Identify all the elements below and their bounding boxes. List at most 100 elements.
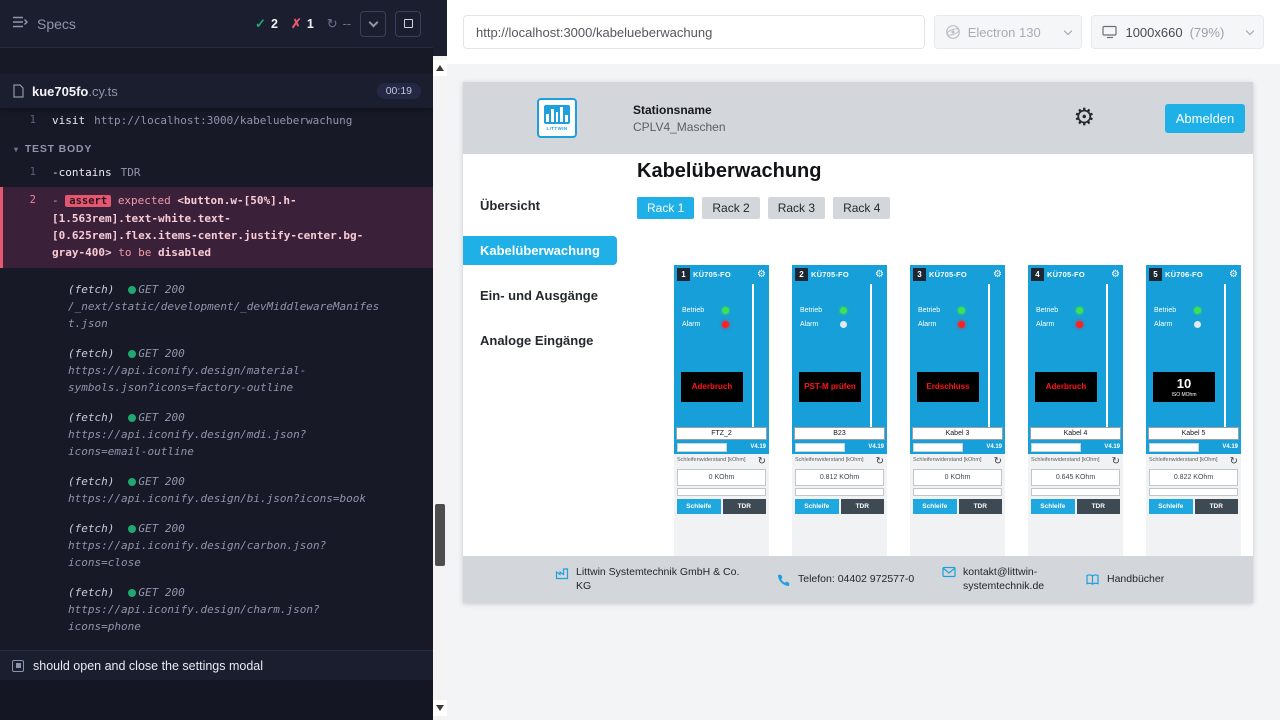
tdr-button[interactable]: TDR (959, 499, 1003, 514)
resistance-label: Schleifenwiderstand [kOhm] (795, 457, 867, 464)
cypress-reporter: Specs ✓2 ✗1 ↻-- kue705fo.cy.ts 00:19 1 v… (0, 0, 433, 720)
gear-icon[interactable]: ⚙ (1229, 270, 1238, 280)
gear-icon[interactable]: ⚙ (757, 270, 766, 280)
sidebar-item-analoge-eingaenge[interactable]: Analoge Eingänge (463, 326, 621, 355)
schleife-button[interactable]: Schleife (677, 499, 721, 514)
status-dot (128, 478, 136, 486)
scroll-down-arrow[interactable] (433, 700, 447, 716)
faceplate-slot (677, 443, 727, 452)
cable-name: B23 (794, 427, 885, 440)
device-model: KÜ706-FO (1165, 270, 1203, 279)
email-icon (942, 566, 956, 578)
betrieb-led (840, 307, 847, 314)
gear-icon[interactable]: ⚙ (993, 270, 1002, 280)
page-title: Kabelüberwachung (637, 160, 1253, 183)
browser-select[interactable]: Electron 130 (934, 15, 1083, 49)
scroll-up-arrow[interactable] (433, 60, 447, 76)
sidebar-item-kabelueberwachung[interactable]: Kabelüberwachung (463, 236, 617, 265)
app-footer: Littwin Systemtechnik GmbH & Co. KG Tele… (463, 556, 1253, 603)
faceplate-divider (752, 284, 754, 427)
secondary-value-box (677, 488, 766, 496)
schleife-button[interactable]: Schleife (1149, 499, 1193, 514)
spec-name: kue705fo.cy.ts (32, 84, 118, 99)
tab-rack-4[interactable]: Rack 4 (833, 197, 890, 219)
schleife-button[interactable]: Schleife (1031, 499, 1075, 514)
iso-display: 10 ISO MOhm (1153, 372, 1215, 402)
passed-count: ✓2 (255, 16, 278, 32)
collapse-button[interactable] (360, 11, 386, 37)
alarm-led (722, 321, 729, 328)
tdr-button[interactable]: TDR (1077, 499, 1121, 514)
app-body: Übersicht Kabelüberwachung Ein- und Ausg… (463, 154, 1253, 603)
alarm-led (840, 321, 847, 328)
specs-menu-icon[interactable] (12, 15, 28, 33)
resistance-value: 0.645 KOhm (1031, 469, 1120, 486)
footer-email[interactable]: kontakt@littwin-systemtechnik.de (942, 566, 1059, 593)
network-log-entry[interactable]: (fetch)GET 200 https://api.iconify.desig… (68, 345, 384, 396)
faceplate-divider (1224, 284, 1226, 427)
viewport-select[interactable]: 1000x660 (79%) (1091, 15, 1264, 49)
test-body-section[interactable]: ▾ TEST BODY (0, 141, 433, 158)
slot-number: 3 (913, 268, 926, 281)
app-header: LITTWIN Stationsname CPLV4_Maschen ⚙ Abm… (463, 82, 1253, 154)
alarm-led (1076, 321, 1083, 328)
tdr-button[interactable]: TDR (841, 499, 885, 514)
refresh-icon[interactable]: ↻ (758, 457, 766, 467)
tab-rack-1[interactable]: Rack 1 (637, 197, 694, 219)
network-log-entry[interactable]: (fetch)GET 200 /_next/static/development… (68, 281, 384, 332)
stop-button[interactable] (395, 11, 421, 37)
schleife-button[interactable]: Schleife (795, 499, 839, 514)
resistance-value: 0 KOhm (677, 469, 766, 486)
logout-button[interactable]: Abmelden (1165, 104, 1245, 133)
betrieb-led (722, 307, 729, 314)
failed-assert[interactable]: 2 - assert expected <button.w-[50%].h-[1… (0, 187, 433, 268)
tdr-button[interactable]: TDR (723, 499, 767, 514)
betrieb-label: Betrieb (918, 307, 948, 314)
reporter-scrollbar[interactable] (433, 56, 447, 720)
network-log-entry[interactable]: (fetch)GET 200 https://api.iconify.desig… (68, 584, 384, 635)
secondary-value-box (1149, 488, 1238, 496)
alarm-label: Alarm (800, 321, 830, 328)
url-input[interactable] (463, 15, 925, 49)
cable-name: Kabel 4 (1030, 427, 1121, 440)
scrollbar-thumb[interactable] (435, 504, 445, 566)
contains-command[interactable]: 1 -contains TDR (0, 164, 433, 181)
check-icon: ✓ (255, 16, 266, 32)
scrollbar-header-fill (433, 0, 447, 56)
network-log-entry[interactable]: (fetch)GET 200 https://api.iconify.desig… (68, 473, 384, 507)
station-label: Stationsname (633, 103, 726, 117)
tdr-button[interactable]: TDR (1195, 499, 1239, 514)
network-log-entry[interactable]: (fetch)GET 200 https://api.iconify.desig… (68, 409, 384, 460)
refresh-icon[interactable]: ↻ (876, 457, 884, 467)
status-dot (128, 589, 136, 597)
refresh-icon[interactable]: ↻ (1112, 457, 1120, 467)
device-model: KÜ705-FO (693, 270, 731, 279)
faceplate-slot (795, 443, 845, 452)
spec-bar[interactable]: kue705fo.cy.ts 00:19 (0, 74, 433, 108)
sidebar-item-ein-und-ausgaenge[interactable]: Ein- und Ausgänge (463, 281, 621, 310)
footer-manuals[interactable]: Handbücher (1085, 573, 1164, 587)
specs-label: Specs (37, 16, 76, 32)
tab-rack-3[interactable]: Rack 3 (768, 197, 825, 219)
gear-icon[interactable]: ⚙ (875, 270, 884, 280)
station-value: CPLV4_Maschen (633, 120, 726, 134)
firmware-version: V4.19 (1104, 444, 1120, 450)
tab-rack-2[interactable]: Rack 2 (702, 197, 759, 219)
alarm-label: Alarm (918, 321, 948, 328)
status-dot (128, 350, 136, 358)
settings-gear-icon[interactable]: ⚙ (1073, 106, 1095, 130)
refresh-icon[interactable]: ↻ (994, 457, 1002, 467)
visit-command[interactable]: 1 visit http://localhost:3000/kabelueber… (0, 112, 433, 129)
app-under-test: LITTWIN Stationsname CPLV4_Maschen ⚙ Abm… (463, 82, 1253, 603)
status-dot (128, 525, 136, 533)
refresh-icon[interactable]: ↻ (1230, 457, 1238, 467)
sidebar-item-uebersicht[interactable]: Übersicht (463, 191, 621, 220)
network-log-entry[interactable]: (fetch)GET 200 https://api.iconify.desig… (68, 520, 384, 571)
aut-stage: Electron 130 1000x660 (79%) LITTWIN Stat… (447, 0, 1280, 720)
status-display: PST-M prüfen (799, 372, 861, 402)
footer-company: Littwin Systemtechnik GmbH & Co. KG (555, 566, 751, 593)
gear-icon[interactable]: ⚙ (1111, 270, 1120, 280)
schleife-button[interactable]: Schleife (913, 499, 957, 514)
file-icon (12, 84, 24, 98)
next-test-row[interactable]: should open and close the settings modal (0, 650, 433, 680)
